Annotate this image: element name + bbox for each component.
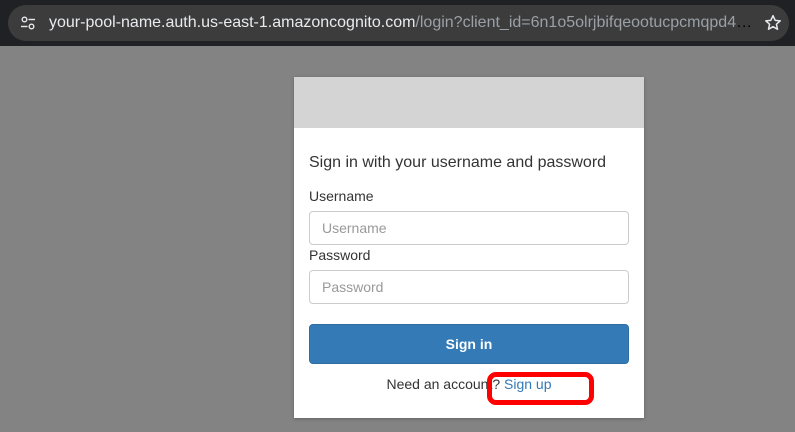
signup-link[interactable]: Sign up	[504, 376, 551, 392]
password-input[interactable]	[309, 270, 629, 304]
login-card: Sign in with your username and password …	[294, 77, 644, 418]
address-bar[interactable]: your-pool-name.auth.us-east-1.amazoncogn…	[8, 5, 789, 41]
signup-prompt: Need an account?	[386, 376, 505, 392]
signin-button[interactable]: Sign in	[309, 324, 629, 364]
url-host: your-pool-name.auth.us-east-1.amazoncogn…	[49, 14, 416, 31]
star-icon[interactable]	[763, 13, 783, 33]
signup-line: Need an account? Sign up	[294, 376, 644, 392]
tune-icon[interactable]	[20, 15, 36, 31]
url-path: /login?client_id=6n1o5olrjbifqeootucpcmq…	[415, 14, 761, 31]
username-label: Username	[309, 188, 374, 204]
browser-toolbar: your-pool-name.auth.us-east-1.amazoncogn…	[0, 0, 795, 46]
url-text[interactable]: your-pool-name.auth.us-east-1.amazoncogn…	[49, 13, 761, 33]
username-input[interactable]	[309, 211, 629, 245]
password-label: Password	[309, 247, 371, 263]
login-title: Sign in with your username and password	[309, 154, 607, 171]
card-banner	[294, 77, 644, 128]
